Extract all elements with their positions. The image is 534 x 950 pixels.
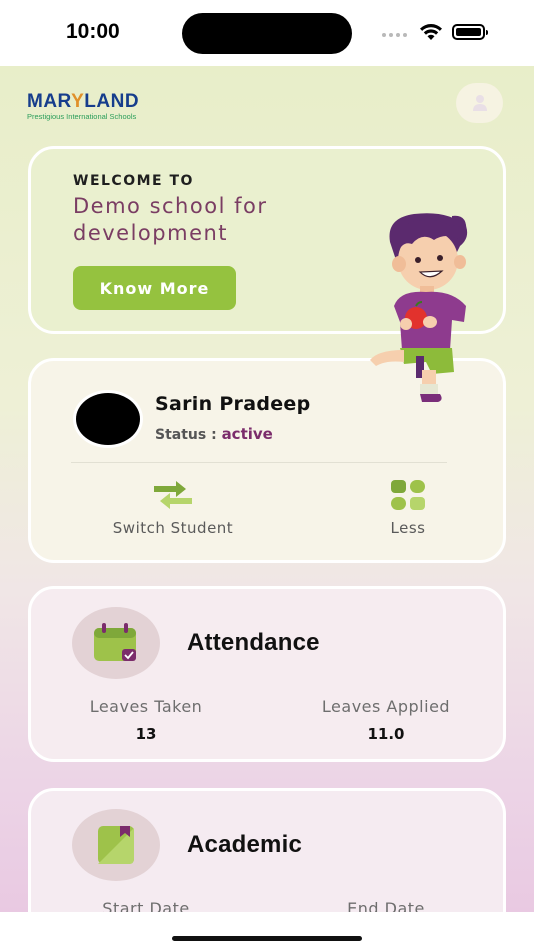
logo-tagline: Prestigious International Schools: [27, 112, 137, 121]
leaves-applied-label: Leaves Applied: [321, 697, 451, 716]
know-more-button[interactable]: Know More: [73, 266, 236, 310]
end-date-label: End Date: [347, 899, 425, 912]
divider: [71, 462, 447, 463]
home-bar-area: [0, 912, 534, 950]
calendar-icon: [94, 623, 136, 661]
home-indicator[interactable]: [172, 936, 362, 941]
student-name: Sarin Pradeep: [155, 393, 311, 415]
school-logo: MARYLAND Prestigious International Schoo…: [27, 92, 157, 122]
app-content[interactable]: MARYLAND Prestigious International Schoo…: [0, 66, 534, 912]
signal-dots-icon: [382, 33, 407, 37]
student-illustration: [370, 213, 468, 402]
user-icon: [472, 95, 487, 111]
leaves-applied-value: 11.0: [367, 725, 405, 743]
status-badge: active: [221, 425, 273, 443]
attendance-title: Attendance: [187, 629, 320, 656]
status-time: 10:00: [66, 20, 120, 43]
switch-student-label: Switch Student: [112, 519, 234, 537]
attendance-card[interactable]: Attendance Leaves Taken 13 Leaves Applie…: [28, 586, 506, 762]
leaves-taken-value: 13: [135, 725, 157, 743]
dynamic-island: [182, 13, 352, 54]
avatar: [76, 393, 140, 445]
less-button[interactable]: Less: [363, 479, 453, 537]
academic-icon-circle: [72, 809, 160, 881]
switch-student-button[interactable]: Switch Student: [103, 479, 243, 537]
start-date-label: Start Date: [102, 899, 190, 912]
profile-button[interactable]: [456, 83, 503, 123]
wifi-icon: [420, 24, 442, 40]
welcome-label: WELCOME TO: [73, 173, 194, 189]
switch-arrows-icon: [154, 481, 192, 509]
battery-icon: [452, 24, 488, 40]
grid-icon: [391, 480, 425, 510]
book-icon: [98, 826, 134, 864]
academic-card[interactable]: Academic Start Date End Date: [28, 788, 506, 912]
academic-title: Academic: [187, 831, 302, 858]
status-bar: 10:00: [0, 0, 534, 66]
attendance-icon-circle: [72, 607, 160, 679]
school-name: Demo school for development: [73, 194, 268, 245]
leaves-taken-label: Leaves Taken: [89, 697, 203, 716]
less-label: Less: [390, 519, 426, 537]
student-status: Status : active: [155, 425, 273, 443]
